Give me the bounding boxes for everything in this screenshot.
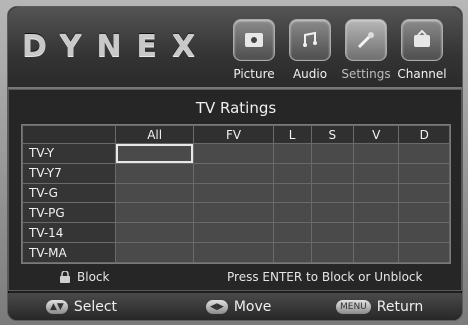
rating-cell[interactable]: [398, 202, 450, 224]
tab-picture[interactable]: Picture: [226, 19, 282, 85]
rating-cell[interactable]: [310, 182, 355, 204]
ratings-table: All FV L S V D TV-Y TV-Y7 TV-G TV-PG TV-…: [22, 125, 450, 263]
tab-channel-label: Channel: [397, 67, 447, 81]
table-row: TV-G: [22, 182, 450, 204]
rating-cell[interactable]: [353, 143, 400, 164]
rating-cell-selected[interactable]: [114, 143, 195, 164]
rating-cell[interactable]: [193, 222, 274, 244]
osd-panel: DYNEX Picture Audio Settings Channel TV …: [7, 6, 463, 321]
rating-cell[interactable]: [398, 162, 450, 184]
lock-icon: [59, 270, 71, 286]
block-label: Block: [77, 270, 110, 284]
tab-settings[interactable]: Settings: [338, 19, 394, 85]
row-label: TV-14: [22, 222, 116, 244]
hint-bar: Block Press ENTER to Block or Unblock: [9, 268, 462, 288]
footer-bar: ▲▼ Select ◀▶ Move MENU Return: [8, 293, 462, 320]
rating-cell[interactable]: [193, 162, 274, 184]
table-row: TV-Y: [22, 143, 450, 164]
channel-icon: [401, 19, 443, 61]
ratings-grid: All FV L S V D TV-Y TV-Y7 TV-G TV-PG TV-…: [21, 124, 451, 264]
rating-cell[interactable]: [114, 162, 195, 184]
return-hint: MENU Return: [336, 299, 423, 315]
rating-cell[interactable]: [193, 202, 274, 224]
dynex-logo: DYNEX: [22, 29, 211, 64]
rating-cell[interactable]: [310, 202, 355, 224]
tab-channel[interactable]: Channel: [394, 19, 450, 85]
rating-cell[interactable]: [193, 143, 274, 164]
rating-cell[interactable]: [353, 162, 400, 184]
rating-cell[interactable]: [114, 182, 195, 204]
table-row: TV-14: [22, 222, 450, 244]
tab-audio[interactable]: Audio: [282, 19, 338, 85]
rating-cell[interactable]: [353, 182, 400, 204]
move-label: Move: [233, 299, 272, 315]
row-label: TV-G: [22, 182, 116, 204]
rating-cell[interactable]: [272, 222, 312, 244]
rating-cell[interactable]: [310, 162, 355, 184]
column-header: S: [310, 125, 355, 144]
rating-cell[interactable]: [114, 222, 195, 244]
rating-cell[interactable]: [353, 242, 400, 263]
return-label: Return: [376, 299, 424, 315]
rating-cell[interactable]: [398, 143, 450, 164]
block-legend: Block: [59, 270, 109, 286]
rating-cell[interactable]: [353, 222, 400, 244]
tab-audio-label: Audio: [292, 67, 328, 81]
column-header: L: [272, 125, 312, 144]
top-menu-bar: DYNEX Picture Audio Settings Channel: [8, 7, 462, 89]
settings-icon: [345, 19, 387, 61]
table-row: TV-MA: [22, 242, 450, 263]
row-label: TV-Y7: [22, 162, 116, 184]
row-label: TV-Y: [22, 143, 116, 164]
rating-cell[interactable]: [114, 202, 195, 224]
menu-key-icon: MENU: [336, 300, 371, 314]
table-row: TV-PG: [22, 202, 450, 224]
tv-ratings-panel: TV Ratings All FV L S V D TV-Y TV-Y7 TV-…: [8, 89, 462, 291]
rating-cell[interactable]: [353, 202, 400, 224]
tab-picture-label: Picture: [233, 67, 275, 81]
rating-cell[interactable]: [310, 242, 355, 263]
panel-title: TV Ratings: [195, 99, 277, 117]
rating-cell[interactable]: [272, 202, 312, 224]
tab-settings-label: Settings: [341, 67, 391, 81]
grid-corner: [22, 125, 116, 144]
up-down-icon: ▲▼: [46, 300, 68, 314]
rating-cell[interactable]: [398, 242, 450, 263]
column-header: All: [114, 125, 195, 144]
rating-cell[interactable]: [193, 242, 274, 263]
rating-cell[interactable]: [398, 222, 450, 244]
rating-cell[interactable]: [272, 182, 312, 204]
tv-frame: DYNEX Picture Audio Settings Channel TV …: [0, 0, 468, 325]
select-hint: ▲▼ Select: [46, 299, 117, 315]
column-header: V: [353, 125, 400, 144]
audio-icon: [289, 19, 331, 61]
rating-cell[interactable]: [114, 242, 195, 263]
column-header: D: [398, 125, 450, 144]
picture-icon: [233, 19, 275, 61]
rating-cell[interactable]: [398, 182, 450, 204]
table-row: TV-Y7: [22, 162, 450, 184]
row-label: TV-PG: [22, 202, 116, 224]
column-header: FV: [193, 125, 274, 144]
select-label: Select: [73, 299, 118, 315]
row-label: TV-MA: [22, 242, 116, 263]
move-hint: ◀▶ Move: [206, 299, 271, 315]
rating-cell[interactable]: [310, 222, 355, 244]
hint-message: Press ENTER to Block or Unblock: [227, 270, 423, 284]
rating-cell[interactable]: [272, 162, 312, 184]
rating-cell[interactable]: [193, 182, 274, 204]
rating-cell[interactable]: [272, 143, 312, 164]
rating-cell[interactable]: [310, 143, 355, 164]
left-right-icon: ◀▶: [206, 300, 228, 314]
rating-cell[interactable]: [272, 242, 312, 263]
